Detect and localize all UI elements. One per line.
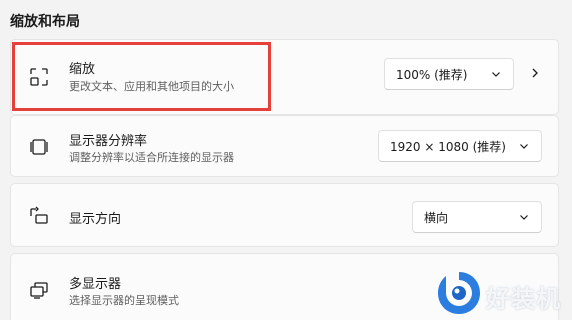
resolution-subtitle: 调整分辨率以适合所连接的显示器	[69, 151, 234, 164]
resolution-title: 显示器分辨率	[69, 134, 148, 149]
highlight-box	[12, 42, 271, 111]
multi-display-subtitle: 选择显示器的呈现模式	[69, 294, 179, 307]
resolution-card: 显示器分辨率 调整分辨率以适合所连接的显示器 1920 × 1080 (推荐)	[10, 115, 559, 177]
orientation-dropdown[interactable]: 横向	[412, 201, 542, 233]
chevron-down-icon	[520, 215, 528, 220]
watermark: 好装机	[434, 268, 570, 318]
chevron-down-icon	[520, 144, 528, 149]
resolution-icon	[28, 136, 50, 158]
orientation-dropdown-value: 横向	[424, 210, 449, 225]
scale-dropdown[interactable]: 100% (推荐)	[384, 58, 514, 90]
orientation-title: 显示方向	[69, 212, 122, 227]
multi-display-title: 多显示器	[69, 277, 122, 292]
section-title: 缩放和布局	[10, 14, 80, 30]
orientation-card: 显示方向 横向	[10, 183, 559, 247]
scale-dropdown-value: 100% (推荐)	[396, 67, 468, 82]
watermark-text: 好装机	[486, 285, 561, 313]
chevron-down-icon	[492, 72, 500, 77]
watermark-logo-icon	[438, 272, 480, 314]
orientation-icon	[28, 205, 50, 227]
resolution-dropdown[interactable]: 1920 × 1080 (推荐)	[378, 130, 542, 162]
resolution-dropdown-value: 1920 × 1080 (推荐)	[390, 139, 506, 154]
chevron-right-icon[interactable]	[529, 67, 541, 79]
multi-display-icon	[28, 279, 50, 301]
